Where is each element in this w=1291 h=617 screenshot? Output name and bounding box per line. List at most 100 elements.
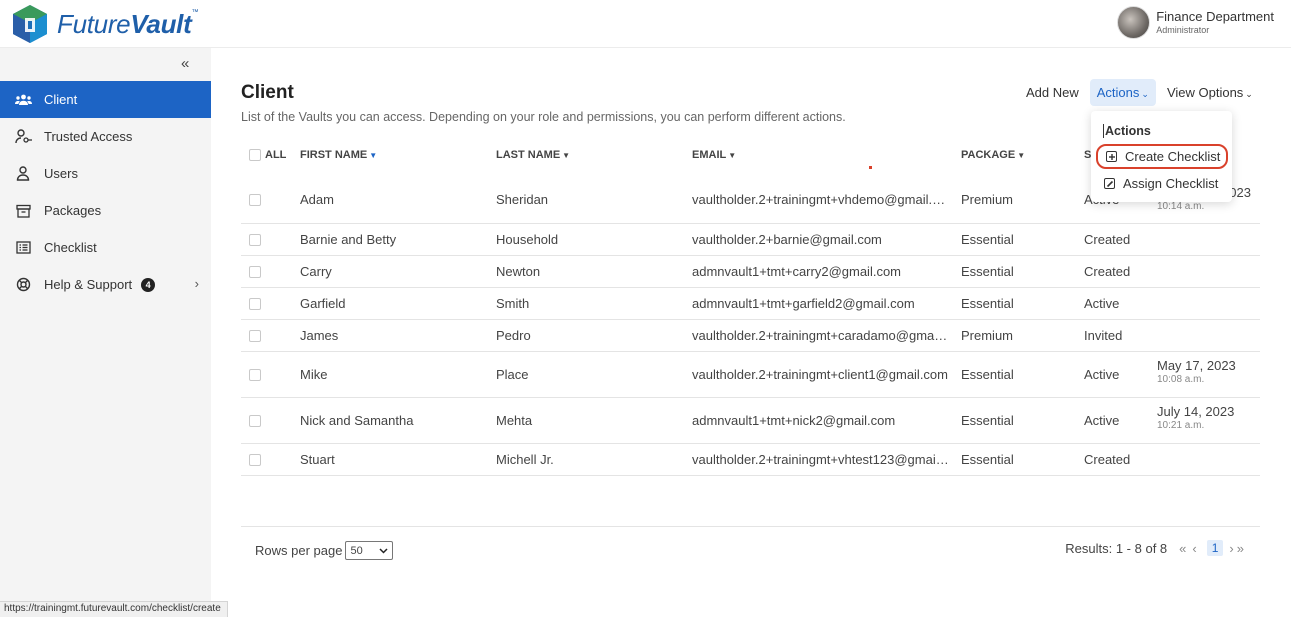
last-page-button[interactable]: » <box>1237 541 1244 556</box>
activity-time: 10:21 a.m. <box>1157 420 1205 431</box>
row-checkbox[interactable] <box>249 234 261 246</box>
cell-last-name: Michell Jr. <box>496 452 554 467</box>
page-1-button[interactable]: 1 <box>1206 540 1224 556</box>
activity-time: 10:08 a.m. <box>1157 374 1205 385</box>
prev-page-button[interactable]: ‹ <box>1192 541 1196 556</box>
pagination: Results: 1 - 8 of 8 « ‹ 1 › » <box>1065 540 1244 556</box>
cell-email[interactable]: vaultholder.2+barnie@gmail.com <box>692 232 950 247</box>
sidebar-item-help-support[interactable]: Help & Support 4 › <box>0 266 211 303</box>
table-row[interactable]: Garfield Smith admnvault1+tmt+garfield2@gm… <box>241 288 1260 320</box>
sidebar-item-label: Checklist <box>44 240 97 255</box>
create-checklist-menu-item[interactable]: Create Checklist <box>1096 144 1228 169</box>
results-summary: Results: 1 - 8 of 8 <box>1065 540 1168 556</box>
sort-icon: ▼ <box>728 151 737 160</box>
column-last-name[interactable]: LAST NAME ▼ <box>496 149 570 161</box>
user-menu[interactable]: Finance Department Administrator <box>1117 6 1274 39</box>
archive-box-icon <box>14 202 32 220</box>
table-row[interactable]: Nick and Samantha Mehta admnvault1+tmt+nic… <box>241 398 1260 444</box>
cell-email[interactable]: vaultholder.2+trainingmt+caradamo@gmail.… <box>692 328 950 343</box>
actions-button[interactable]: Actions ⌄ <box>1089 79 1156 106</box>
select-all-label: ALL <box>265 149 287 161</box>
chevron-down-icon: ⌄ <box>1245 89 1253 99</box>
cell-first-name: Mike <box>300 367 328 382</box>
cell-email[interactable]: vaultholder.2+trainingmt+vhtest123@gmail… <box>692 452 950 467</box>
top-bar: FutureVault™ Finance Department Administ… <box>0 0 1291 48</box>
cell-status: Created <box>1084 264 1131 279</box>
futurevault-logo[interactable]: FutureVault™ <box>11 4 198 44</box>
cell-first-name: James <box>300 328 339 343</box>
row-checkbox[interactable] <box>249 266 261 278</box>
notification-badge: 4 <box>141 277 156 292</box>
select-all-checkbox[interactable] <box>249 149 261 161</box>
cell-email[interactable]: vaultholder.2+trainingmt+vhdemo@gmail.co… <box>692 192 950 207</box>
cell-first-name: Nick and Samantha <box>300 413 414 428</box>
cell-package: Premium <box>961 192 1014 207</box>
table-row[interactable]: Carry Newton admnvault1+tmt+carry2@gmail.c… <box>241 256 1260 288</box>
chevron-right-icon: › <box>194 276 199 291</box>
plus-square-icon <box>1106 151 1117 162</box>
sidebar-item-client[interactable]: Client <box>0 81 211 118</box>
table-footer: Rows per page 50 Results: 1 - 8 of 8 « ‹… <box>241 526 1260 572</box>
activity-date: July 14, 2023 <box>1157 404 1235 419</box>
sort-icon: ▼ <box>1017 151 1026 160</box>
brand-wordmark: FutureVault™ <box>57 9 198 40</box>
users-icon <box>14 91 32 109</box>
column-label: LAST NAME <box>496 149 561 161</box>
cell-last-name: Newton <box>496 264 541 279</box>
cell-status: Active <box>1084 367 1120 382</box>
select-all[interactable]: ALL <box>249 149 286 161</box>
row-checkbox[interactable] <box>249 369 261 381</box>
sidebar-item-packages[interactable]: Packages <box>0 192 211 229</box>
sidebar-item-trusted-access[interactable]: Trusted Access <box>0 118 211 155</box>
column-email[interactable]: EMAIL ▼ <box>692 149 736 161</box>
row-checkbox[interactable] <box>249 298 261 310</box>
row-checkbox[interactable] <box>249 454 261 466</box>
actions-dropdown: Actions Create Checklist Assign Checklis… <box>1091 111 1232 202</box>
assign-checklist-menu-item[interactable]: Assign Checklist <box>1096 171 1228 196</box>
sidebar-item-checklist[interactable]: Checklist <box>0 229 211 266</box>
cell-package: Essential <box>961 296 1014 311</box>
next-page-button[interactable]: › <box>1229 541 1233 556</box>
first-page-button[interactable]: « <box>1179 541 1186 556</box>
user-icon <box>14 165 32 183</box>
cursor-dot <box>869 166 872 169</box>
chevron-down-icon <box>379 547 388 554</box>
column-package[interactable]: PACKAGE ▼ <box>961 149 1025 161</box>
sidebar-item-users[interactable]: Users <box>0 155 211 192</box>
cell-email[interactable]: admnvault1+tmt+carry2@gmail.com <box>692 264 950 279</box>
table-row[interactable]: Stuart Michell Jr. vaultholder.2+trainingm… <box>241 444 1260 476</box>
avatar[interactable] <box>1117 6 1151 39</box>
rows-per-page-value: 50 <box>350 544 363 557</box>
table-row[interactable]: Mike Place vaultholder.2+trainingmt+client… <box>241 352 1260 398</box>
cell-email[interactable]: admnvault1+tmt+nick2@gmail.com <box>692 413 950 428</box>
view-options-label: View Options <box>1166 85 1244 100</box>
cell-email[interactable]: admnvault1+tmt+garfield2@gmail.com <box>692 296 950 311</box>
table-row[interactable]: James Pedro vaultholder.2+trainingmt+carad… <box>241 320 1260 352</box>
cell-status: Created <box>1084 232 1131 247</box>
row-checkbox[interactable] <box>249 194 261 206</box>
cell-status: Active <box>1084 296 1120 311</box>
add-new-button[interactable]: Add New <box>1019 79 1086 106</box>
page-title: Client <box>241 82 294 103</box>
collapse-sidebar-button[interactable]: « <box>181 55 189 72</box>
rows-per-page-select[interactable]: 50 <box>345 541 394 560</box>
cell-package: Essential <box>961 232 1014 247</box>
cell-first-name: Adam <box>300 192 334 207</box>
cell-package: Premium <box>961 328 1014 343</box>
row-checkbox[interactable] <box>249 330 261 342</box>
table-row[interactable]: Barnie and Betty Household vaultholder.2+b… <box>241 224 1260 256</box>
sidebar: « Client Trusted Access Users Packages C… <box>0 48 211 617</box>
row-checkbox[interactable] <box>249 415 261 427</box>
page-subtitle: List of the Vaults you can access. Depen… <box>241 110 846 124</box>
cell-email[interactable]: vaultholder.2+trainingmt+client1@gmail.c… <box>692 367 950 382</box>
view-options-button[interactable]: View Options ⌄ <box>1160 79 1260 106</box>
sidebar-nav: Client Trusted Access Users Packages Che… <box>0 81 211 303</box>
sidebar-item-label: Trusted Access <box>44 129 133 144</box>
cell-last-activity: May 17, 2023 10:08 a.m. <box>1157 358 1257 387</box>
chevron-down-icon: ⌄ <box>1141 89 1149 99</box>
cell-package: Essential <box>961 367 1014 382</box>
column-first-name[interactable]: FIRST NAME ▼ <box>300 149 377 161</box>
brand-future: Future <box>57 8 131 39</box>
sidebar-item-label: Users <box>44 166 78 181</box>
sidebar-item-label: Packages <box>44 203 102 218</box>
